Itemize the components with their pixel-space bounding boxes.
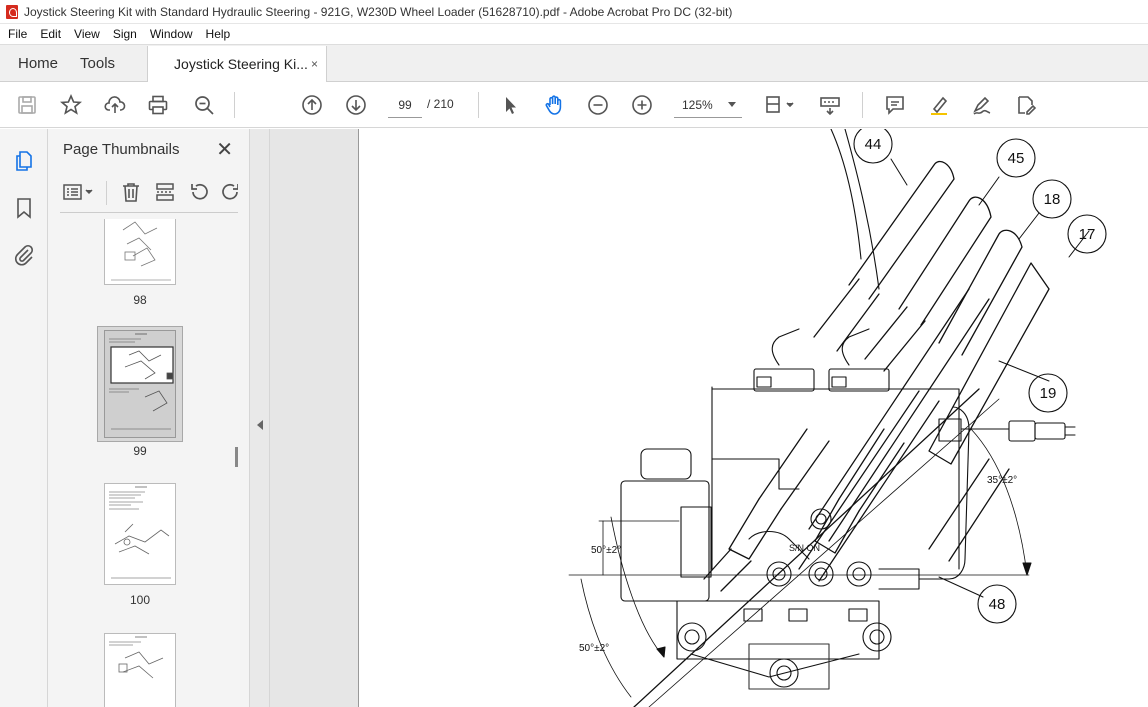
- thumbnail-drawing: [111, 221, 171, 281]
- attachments-icon[interactable]: [12, 243, 36, 267]
- zoom-out-icon[interactable]: [586, 93, 610, 117]
- toolbar-separator: [862, 92, 863, 118]
- menu-window[interactable]: Window: [150, 27, 193, 41]
- tab-document-label: Joystick Steering Ki...: [174, 56, 308, 72]
- menu-view[interactable]: View: [74, 27, 100, 41]
- thumbnail-label: 99: [133, 444, 147, 458]
- menu-file[interactable]: File: [8, 27, 27, 41]
- acrobat-logo-icon: [6, 4, 18, 19]
- sign-icon[interactable]: [970, 93, 994, 117]
- menu-sign[interactable]: Sign: [113, 27, 137, 41]
- panel-title: Page Thumbnails: [63, 141, 180, 158]
- thumbnail-label: 98: [133, 293, 147, 307]
- main-toolbar: [0, 82, 1148, 128]
- dimension-label: 50°±2°: [591, 545, 621, 556]
- thumbnail-page[interactable]: [104, 219, 176, 285]
- callout-48: 48: [989, 596, 1006, 613]
- zoom-find-icon[interactable]: [192, 93, 216, 117]
- callout-18: 18: [1044, 191, 1061, 208]
- hand-pan-icon[interactable]: [542, 93, 566, 117]
- thumbnail-list: 98 99 100: [48, 219, 232, 707]
- tab-document[interactable]: Joystick Steering Ki... ×: [147, 46, 328, 82]
- thumbnails-panel: Page Thumbnails ✕ 98 99 100: [48, 129, 250, 707]
- page-down-icon[interactable]: [344, 93, 368, 117]
- window-title: Joystick Steering Kit with Standard Hydr…: [24, 4, 733, 19]
- thumbnail-drawing: [109, 333, 174, 430]
- dimension-label: 35°±2°: [987, 475, 1017, 486]
- thumbnail-label: 100: [129, 593, 151, 607]
- trash-icon[interactable]: [120, 181, 144, 205]
- thumbnail-drawing: [109, 486, 171, 579]
- thumbnail-page[interactable]: [104, 633, 176, 707]
- menu-bar: File Edit View Sign Window Help: [0, 24, 1148, 44]
- page-total: / 210: [427, 97, 454, 111]
- scroll-mode-icon[interactable]: [818, 93, 842, 117]
- zoom-dropdown[interactable]: 125%: [674, 92, 742, 118]
- panel-collapse-bar[interactable]: [250, 129, 270, 707]
- menu-help[interactable]: Help: [206, 27, 231, 41]
- tab-home[interactable]: Home: [0, 45, 76, 81]
- rotate-left-icon[interactable]: [188, 181, 212, 205]
- hydraulic-drawing: S/N ON 44 45 18 17 19 48 35°±2° 50°±2° 5…: [568, 129, 1107, 707]
- dimension-label: 50°±2°: [579, 643, 609, 654]
- menu-edit[interactable]: Edit: [40, 27, 61, 41]
- thumbnail-drawing: [109, 636, 164, 679]
- bookmark-star-icon[interactable]: [59, 93, 83, 117]
- thumbnail-page-current[interactable]: [104, 330, 176, 438]
- upload-icon[interactable]: [103, 93, 127, 117]
- edit-pdf-icon[interactable]: [1014, 93, 1038, 117]
- zoom-in-icon[interactable]: [630, 93, 654, 117]
- save-icon[interactable]: [15, 93, 39, 117]
- zoom-value: 125%: [682, 97, 713, 112]
- title-bar: Joystick Steering Kit with Standard Hydr…: [0, 0, 1148, 24]
- options-menu-icon[interactable]: [62, 181, 98, 205]
- panel-toolbar: [60, 173, 238, 213]
- pdf-page: S/N ON 44 45 18 17 19 48 35°±2° 50°±2° 5…: [358, 129, 1148, 707]
- callout-45: 45: [1008, 150, 1025, 167]
- callout-19: 19: [1040, 385, 1057, 402]
- comment-icon[interactable]: [883, 93, 907, 117]
- tab-tools[interactable]: Tools: [76, 45, 133, 81]
- collapse-arrow-icon[interactable]: [257, 420, 263, 430]
- highlight-icon[interactable]: [927, 93, 951, 117]
- page-thumbnails-icon[interactable]: [12, 149, 36, 173]
- toolbar-separator: [106, 181, 107, 205]
- tab-bar: Home Tools Joystick Steering Ki... ×: [0, 44, 1148, 82]
- tab-close-icon[interactable]: ×: [311, 57, 318, 71]
- callout-17: 17: [1079, 226, 1096, 243]
- toolbar-separator: [234, 92, 235, 118]
- thumbnail-scrollbar-thumb[interactable]: [235, 447, 238, 467]
- close-icon[interactable]: ✕: [216, 137, 233, 162]
- thumbnail-page[interactable]: [104, 483, 176, 585]
- select-arrow-icon[interactable]: [498, 93, 522, 117]
- page-up-icon[interactable]: [300, 93, 324, 117]
- bookmarks-icon[interactable]: [12, 196, 36, 220]
- extract-pages-icon[interactable]: [154, 181, 178, 205]
- document-area[interactable]: S/N ON 44 45 18 17 19 48 35°±2° 50°±2° 5…: [270, 129, 1148, 707]
- page-number-input[interactable]: [388, 92, 422, 118]
- rotate-right-icon[interactable]: [220, 181, 238, 205]
- fit-page-icon[interactable]: [762, 93, 798, 117]
- callout-44: 44: [865, 136, 882, 153]
- toolbar-separator: [478, 92, 479, 118]
- print-icon[interactable]: [146, 93, 170, 117]
- chevron-down-icon: [728, 102, 736, 107]
- left-rail: [0, 129, 48, 707]
